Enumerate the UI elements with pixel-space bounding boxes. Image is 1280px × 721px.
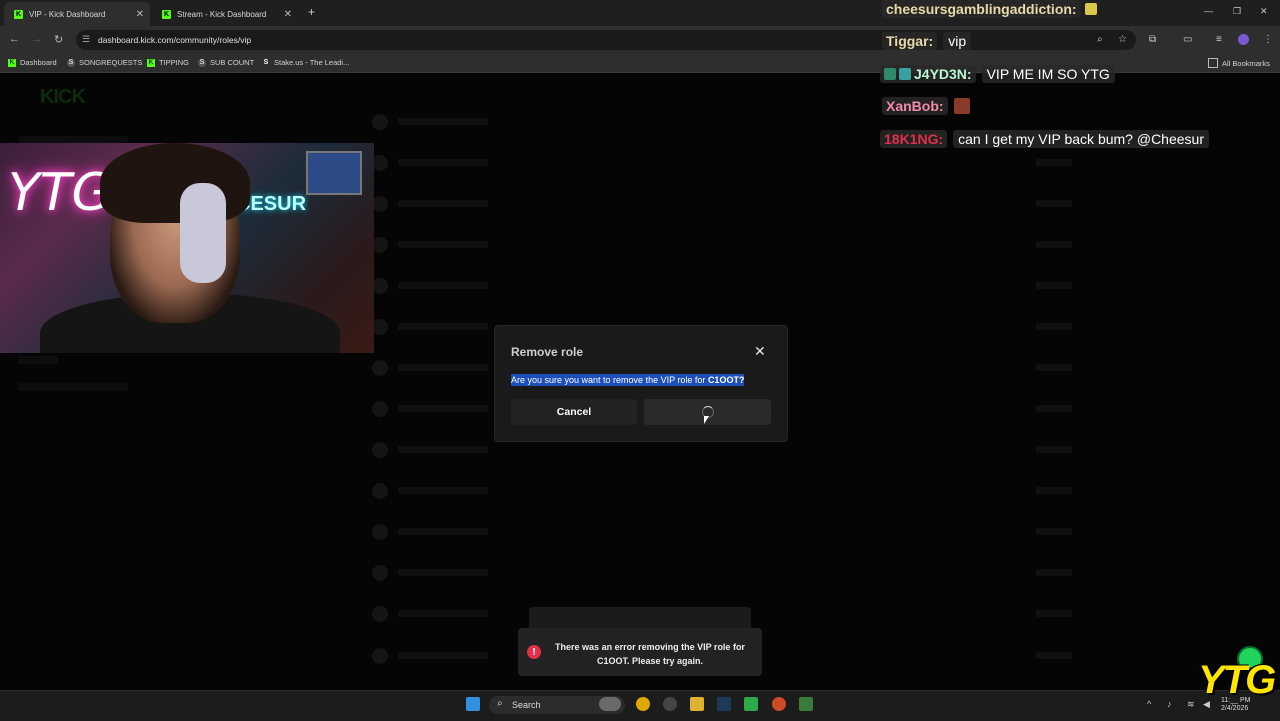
url-text: dashboard.kick.com/community/roles/vip — [98, 35, 252, 45]
close-tab-icon[interactable]: ✕ — [136, 9, 144, 20]
tab-vip-kick-dashboard[interactable]: K VIP - Kick Dashboard ✕ — [4, 2, 150, 26]
kick-icon: K — [8, 58, 16, 67]
chat-username: J4YD3N: — [914, 66, 972, 82]
minecraft-icon[interactable] — [744, 697, 758, 711]
extensions-icon[interactable]: ⧉ — [1149, 34, 1156, 45]
kick-icon: K — [147, 58, 155, 67]
chrome-icon[interactable] — [636, 697, 650, 711]
chat-text: VIP ME IM SO YTG — [981, 65, 1115, 83]
windows-start-icon[interactable] — [466, 697, 480, 711]
vip-list-row — [372, 235, 1092, 255]
microphone-icon[interactable]: ♪ — [1167, 699, 1172, 709]
tab-search-icon[interactable]: ≡ — [1216, 34, 1222, 45]
restore-icon[interactable]: ❐ — [1233, 6, 1241, 17]
ytg-badge-icon — [1084, 3, 1097, 15]
all-bookmarks[interactable]: All Bookmarks — [1208, 58, 1270, 68]
vip-list-row — [372, 522, 1092, 542]
chat-username: 18K1NG: — [880, 130, 948, 148]
menu-icon[interactable]: ⋮ — [1263, 34, 1273, 45]
cancel-button[interactable]: Cancel — [511, 399, 637, 425]
folder-icon — [1208, 58, 1218, 68]
error-toast: ! There was an error removing the VIP ro… — [518, 628, 762, 676]
emote-icon — [953, 98, 970, 114]
arcade-screen — [306, 151, 362, 195]
file-explorer-icon[interactable] — [690, 697, 704, 711]
streamer-hair — [100, 143, 250, 223]
chrome-profile-icon[interactable] — [772, 697, 786, 711]
reload-icon[interactable]: ↻ — [54, 33, 63, 46]
vip-list-row — [372, 440, 1092, 460]
remove-role-dialog: Remove role ✕ Are you sure you want to r… — [494, 325, 788, 442]
sub-badge-icon — [884, 68, 896, 80]
profile-avatar[interactable] — [1238, 34, 1249, 45]
search-icon: ⌕ — [497, 698, 503, 709]
kick-logo: KICK — [40, 86, 86, 108]
chat-message: XanBob: — [882, 97, 973, 115]
chat-message: cheesursgamblingaddiction: — [882, 0, 1100, 18]
bookmark-dashboard[interactable]: K Dashboard — [8, 58, 57, 67]
chat-message: 18K1NG: can I get my VIP back bum? @Chee… — [880, 130, 1209, 148]
vip-list-row — [372, 563, 1092, 583]
sidebar-item — [18, 356, 58, 364]
search-label: Search — [512, 700, 541, 710]
dialog-title: Remove role — [511, 345, 584, 359]
vip-list-row — [372, 194, 1092, 214]
sidepanel-icon[interactable]: ▭ — [1183, 34, 1192, 45]
mouse-cursor-icon — [704, 416, 709, 424]
ytg-badge-icon — [899, 68, 911, 80]
new-tab-icon[interactable]: + — [308, 5, 315, 19]
kick-favicon-icon: K — [162, 9, 171, 19]
bookmark-star-icon[interactable]: ☆ — [1118, 34, 1127, 45]
forward-icon[interactable]: → — [31, 33, 42, 45]
chat-message: Tiggar: vip — [882, 32, 972, 50]
steam-icon[interactable] — [717, 697, 731, 711]
bookmark-songrequests[interactable]: S SONGREQUESTS — [67, 58, 142, 67]
wifi-icon[interactable]: ≋ — [1187, 699, 1195, 710]
toast-message: There was an error removing the VIP role… — [555, 642, 745, 666]
vip-list-row — [372, 112, 1092, 132]
error-icon: ! — [527, 645, 541, 659]
dialog-message: Are you sure you want to remove the VIP … — [511, 374, 745, 386]
vip-list-row — [372, 481, 1092, 501]
app-icon[interactable] — [663, 697, 677, 711]
clock-date: 2/4/2026 — [1221, 705, 1249, 712]
close-icon[interactable]: ✕ — [754, 343, 766, 360]
tab-label: VIP - Kick Dashboard — [29, 9, 106, 19]
vip-list-row — [372, 153, 1092, 173]
ytg-overlay-logo: YTG — [1198, 658, 1276, 702]
zoom-icon[interactable]: ⌕ — [1097, 34, 1103, 45]
window-close-icon[interactable]: ✕ — [1260, 6, 1268, 17]
kick-favicon-icon: K — [14, 9, 23, 19]
songrequest-icon: S — [67, 58, 75, 67]
bookmark-tipping[interactable]: K TIPPING — [147, 58, 189, 67]
bookmark-stake[interactable]: S Stake.us - The Leadi... — [262, 58, 350, 67]
chat-message: J4YD3N: VIP ME IM SO YTG — [880, 65, 1115, 83]
sidebar-item — [18, 383, 128, 391]
subcount-icon: S — [198, 58, 206, 67]
neon-sign-left: YTG — [8, 163, 112, 223]
chat-username: Tiggar: — [882, 32, 938, 50]
dialog-message-user: C1OOT? — [707, 375, 745, 385]
minimize-icon[interactable]: — — [1204, 6, 1213, 16]
chat-text: can I get my VIP back bum? @Cheesur — [953, 130, 1209, 148]
tray-overflow-icon[interactable]: ^ — [1147, 699, 1151, 709]
bookmark-sub-count[interactable]: S SUB COUNT — [198, 58, 254, 67]
tab-stream-kick-dashboard[interactable]: K Stream - Kick Dashboard ✕ — [152, 2, 298, 26]
vip-list-row — [372, 276, 1092, 296]
chat-username: cheesursgamblingaddiction: — [882, 0, 1081, 18]
site-info-icon[interactable]: ☰ — [82, 34, 90, 45]
tab-label: Stream - Kick Dashboard — [177, 9, 267, 19]
chat-text: vip — [943, 32, 972, 50]
chat-username-wrap: J4YD3N: — [880, 65, 976, 83]
dialog-message-prefix: Are you sure you want to remove the VIP … — [511, 375, 708, 385]
close-tab-icon[interactable]: ✕ — [284, 9, 292, 20]
app-icon[interactable] — [799, 697, 813, 711]
stake-icon: S — [263, 59, 269, 66]
headphones — [180, 183, 226, 283]
search-highlight-icon — [599, 697, 621, 711]
chat-username: XanBob: — [882, 97, 948, 115]
webcam-overlay: YTG CESUR — [0, 143, 374, 353]
back-icon[interactable]: ← — [9, 33, 20, 45]
